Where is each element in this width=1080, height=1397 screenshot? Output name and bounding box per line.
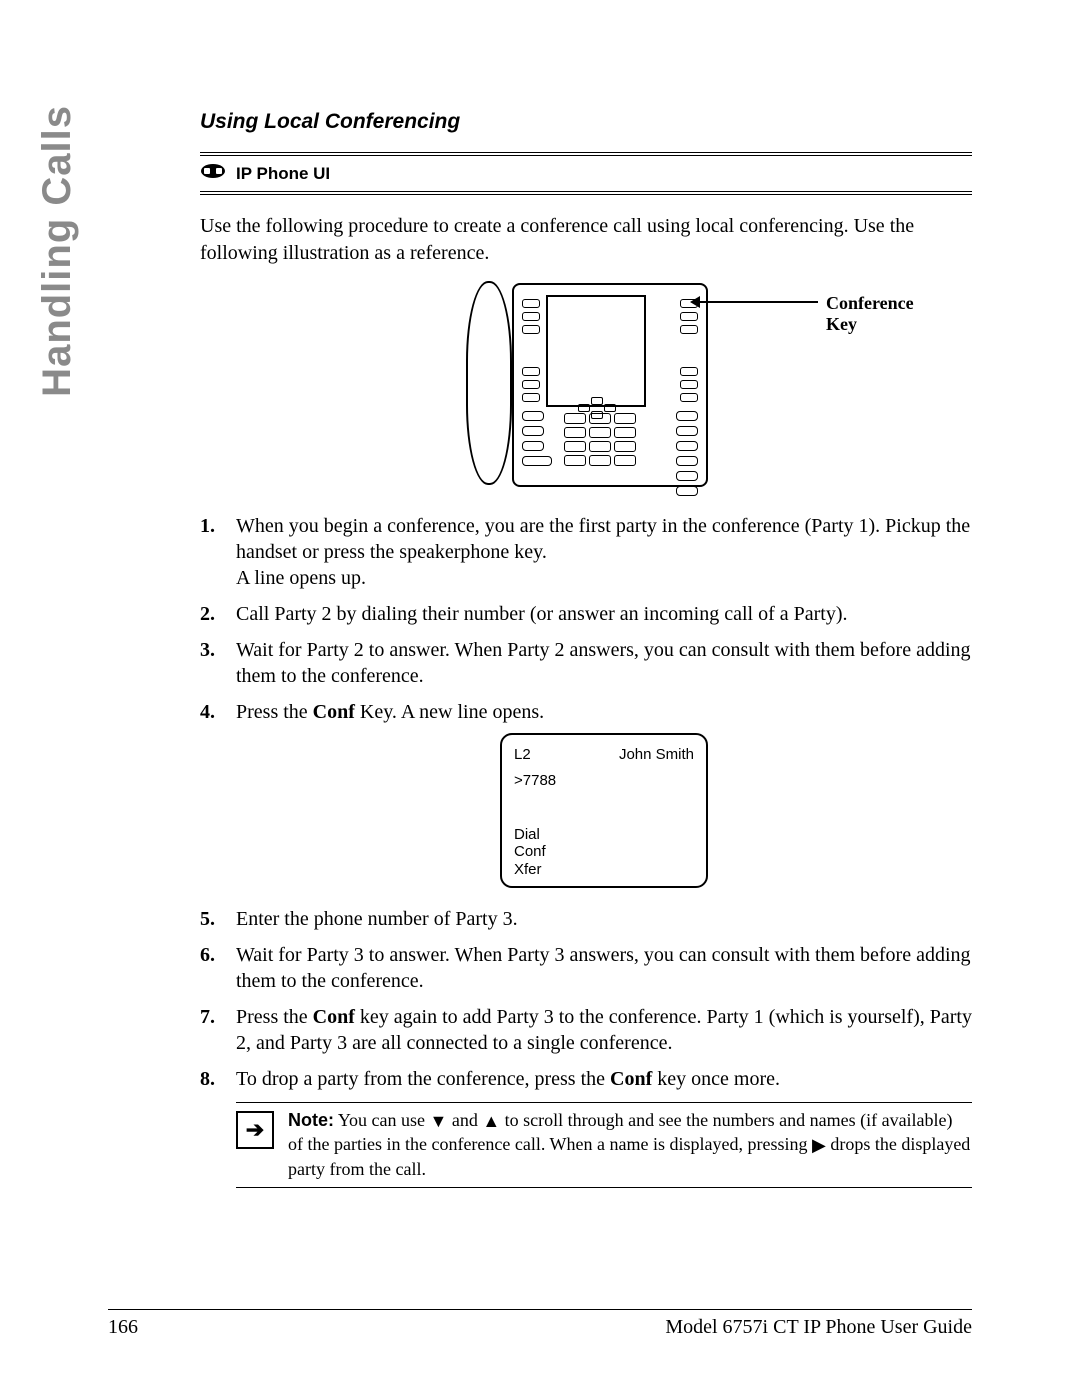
lcd-screen-illustration: L2 John Smith >7788 Dial Conf Xfer: [500, 733, 708, 888]
dial-keypad: [564, 413, 636, 466]
step-4-post: Key. A new line opens.: [355, 701, 544, 723]
step-8-pre: To drop a party from the conference, pre…: [236, 1068, 610, 1090]
callout-arrow-label: Conference Key: [826, 293, 946, 334]
lcd-option-dial: Dial: [514, 826, 694, 843]
section-heading: Using Local Conferencing: [200, 110, 972, 134]
step-3: Wait for Party 2 to answer. When Party 2…: [200, 637, 972, 689]
handset-shape: [466, 281, 512, 485]
step-7: Press the Conf key again to add Party 3 …: [200, 1004, 972, 1056]
step-2: Call Party 2 by dialing their number (or…: [200, 601, 972, 627]
note-t1: You can use: [334, 1110, 430, 1130]
manual-page: Handling Calls Using Local Conferencing …: [0, 0, 1080, 1397]
lcd-option-xfer: Xfer: [514, 861, 694, 878]
step-7-bold: Conf: [313, 1006, 355, 1028]
phone-body: [512, 283, 708, 487]
procedure-list: When you begin a conference, you are the…: [200, 513, 972, 1092]
note-t2: and: [447, 1110, 482, 1130]
note-arrow-icon: ➔: [236, 1111, 274, 1149]
page-number: 166: [108, 1316, 138, 1339]
step-4: Press the Conf Key. A new line opens. L2…: [200, 699, 972, 888]
step-6: Wait for Party 3 to answer. When Party 3…: [200, 942, 972, 994]
note-label: Note:: [288, 1110, 334, 1130]
step-7-pre: Press the: [236, 1006, 313, 1028]
callout-arrow-head: [690, 296, 700, 308]
lcd-line-label: L2: [514, 745, 531, 765]
step-5: Enter the phone number of Party 3.: [200, 906, 972, 932]
page-footer: 166 Model 6757i CT IP Phone User Guide: [108, 1309, 972, 1339]
phone-illustration: Conference Key: [200, 281, 972, 491]
note-box: ➔ Note: You can use ▼ and ▲ to scroll th…: [236, 1102, 972, 1188]
note-text: Note: You can use ▼ and ▲ to scroll thro…: [288, 1109, 972, 1181]
step-8: To drop a party from the conference, pre…: [200, 1066, 972, 1092]
up-arrow-icon: ▲: [482, 1110, 500, 1133]
step-8-post: key once more.: [652, 1068, 780, 1090]
step-8-bold: Conf: [610, 1068, 652, 1090]
footer-title: Model 6757i CT IP Phone User Guide: [665, 1316, 972, 1339]
down-arrow-icon: ▼: [430, 1110, 448, 1133]
function-keys-left: [522, 411, 552, 466]
step-4-bold: Conf: [313, 701, 355, 723]
phone-icon: [200, 161, 226, 186]
step-1: When you begin a conference, you are the…: [200, 513, 972, 591]
lcd-option-conf: Conf: [514, 843, 694, 860]
softkeys-mid-right: [680, 367, 698, 402]
callout-arrow-line: [698, 301, 818, 303]
chapter-tab: Handling Calls: [35, 105, 80, 397]
callout-label: IP Phone UI: [236, 164, 330, 184]
step-4-pre: Press the: [236, 701, 313, 723]
lcd-caller-name: John Smith: [619, 745, 694, 765]
right-arrow-icon: ▶: [812, 1134, 826, 1157]
lcd-number: >7788: [514, 771, 694, 791]
intro-paragraph: Use the following procedure to create a …: [200, 213, 972, 267]
softkeys-mid-left: [522, 367, 540, 402]
phone-screen: [546, 295, 646, 407]
softkeys-top-left: [522, 299, 540, 334]
ui-callout-bar: IP Phone UI: [200, 152, 972, 195]
function-keys-right: [676, 411, 698, 496]
